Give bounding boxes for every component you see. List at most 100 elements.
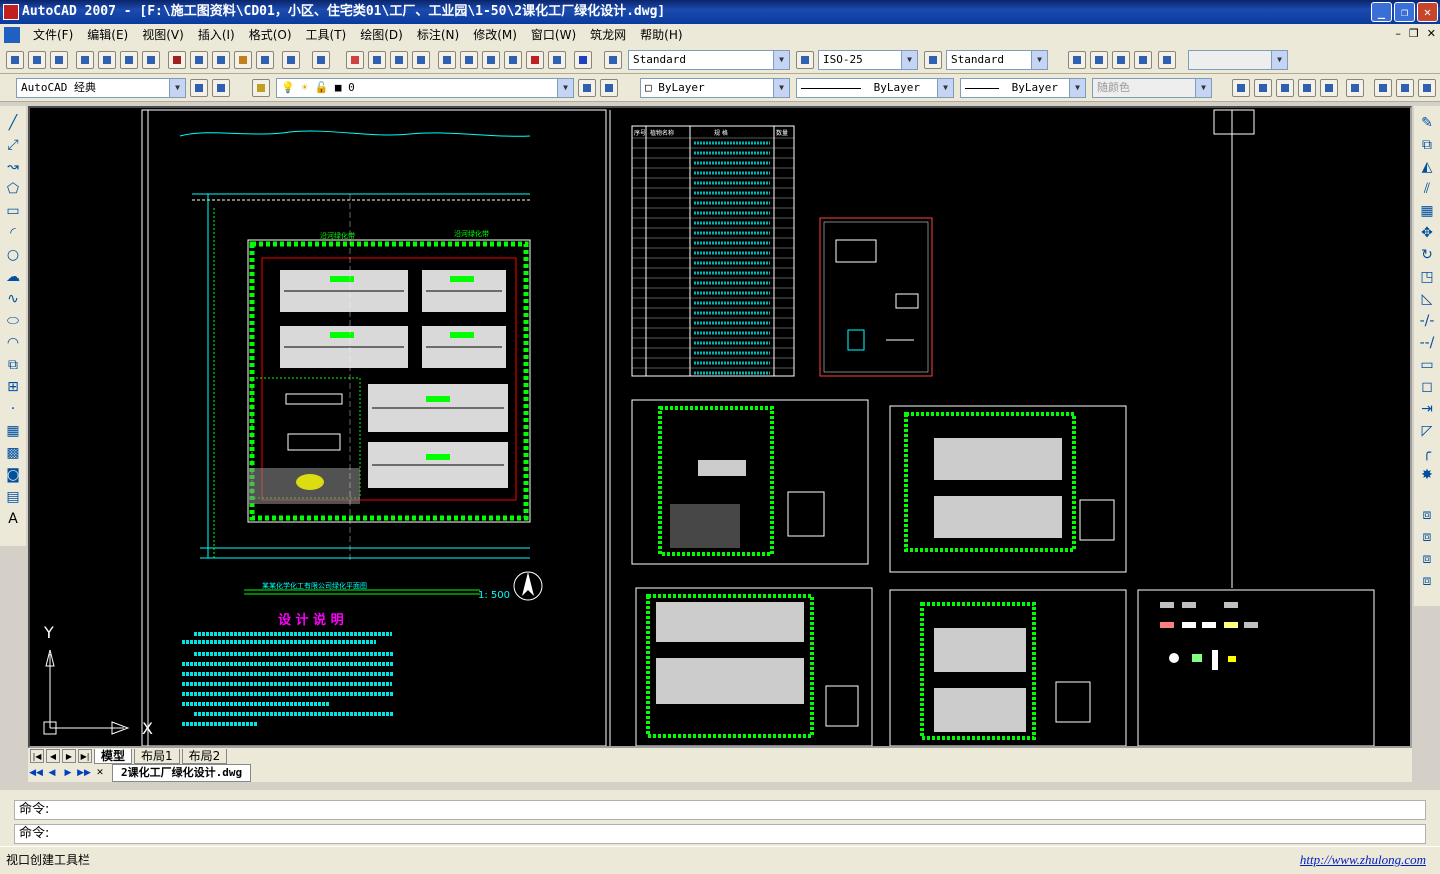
command-input[interactable]: 命令: — [14, 824, 1426, 844]
minimize-button[interactable]: _ — [1371, 2, 1392, 22]
publish-icon[interactable] — [120, 51, 138, 69]
layer-tool-8-icon[interactable] — [1396, 79, 1414, 97]
copy-icon[interactable] — [190, 51, 208, 69]
dim-style-select[interactable]: ISO-25 ▼ — [818, 50, 918, 70]
tool-palettes-icon[interactable] — [482, 51, 500, 69]
polyline-icon[interactable]: ↝ — [4, 158, 22, 176]
move-icon[interactable]: ✥ — [1418, 224, 1436, 242]
doc-next-icon[interactable]: ▶ — [60, 768, 76, 778]
menu-window[interactable]: 窗口(W) — [524, 24, 583, 46]
properties-icon[interactable] — [438, 51, 456, 69]
make-current-layer-icon[interactable] — [578, 79, 596, 97]
chevron-down-icon[interactable]: ▼ — [1271, 51, 1287, 69]
rotate-icon[interactable]: ↻ — [1418, 246, 1436, 264]
draw-order-2-icon[interactable]: ⧈ — [1418, 528, 1436, 546]
layer-tool-9-icon[interactable] — [1418, 79, 1436, 97]
fillet-icon[interactable]: ╭ — [1418, 444, 1436, 462]
layer-previous-icon[interactable] — [600, 79, 618, 97]
region-icon[interactable]: ◙ — [4, 466, 22, 484]
paste-icon[interactable] — [212, 51, 230, 69]
extend-icon[interactable]: --/ — [1418, 334, 1436, 352]
single-viewport-icon[interactable] — [1068, 51, 1086, 69]
tab-layout1[interactable]: 布局1 — [134, 748, 180, 764]
doc-close-icon[interactable]: ✕ — [92, 768, 108, 778]
table-style-icon[interactable] — [924, 51, 942, 69]
layer-tool-5-icon[interactable] — [1320, 79, 1338, 97]
prev-tab-icon[interactable]: ◀ — [46, 749, 60, 763]
copy-object-icon[interactable]: ⧉ — [1418, 136, 1436, 154]
polygon-icon[interactable]: ⬠ — [4, 180, 22, 198]
viewports-dialog-icon[interactable] — [1158, 51, 1176, 69]
menu-help[interactable]: 帮助(H) — [633, 24, 689, 46]
ellipse-icon[interactable]: ⬭ — [4, 312, 22, 330]
pan-icon[interactable] — [346, 51, 364, 69]
join-icon[interactable]: ⇥ — [1418, 400, 1436, 418]
3d-dwf-icon[interactable] — [142, 51, 160, 69]
chevron-down-icon[interactable]: ▼ — [169, 79, 185, 97]
table-icon[interactable]: ▤ — [4, 488, 22, 506]
calculator-icon[interactable] — [548, 51, 566, 69]
draw-order-4-icon[interactable]: ⧈ — [1418, 572, 1436, 590]
plot-preview-icon[interactable] — [98, 51, 116, 69]
menu-draw[interactable]: 绘图(D) — [353, 24, 410, 46]
last-tab-icon[interactable]: ▶| — [78, 749, 92, 763]
zoom-realtime-icon[interactable] — [368, 51, 386, 69]
menu-tools[interactable]: 工具(T) — [299, 24, 354, 46]
rectangle-icon[interactable]: ▭ — [4, 202, 22, 220]
text-style-icon[interactable] — [604, 51, 622, 69]
zoom-previous-icon[interactable] — [412, 51, 430, 69]
stretch-icon[interactable]: ◺ — [1418, 290, 1436, 308]
linetype-select[interactable]: ByLayer ▼ — [796, 78, 954, 98]
revision-cloud-icon[interactable]: ☁ — [4, 268, 22, 286]
doc-last-icon[interactable]: ▶▶ — [76, 768, 92, 778]
make-block-icon[interactable]: ⊞ — [4, 378, 22, 396]
circle-icon[interactable]: ○ — [4, 246, 22, 264]
design-center-icon[interactable] — [460, 51, 478, 69]
tab-layout2[interactable]: 布局2 — [181, 748, 228, 764]
chevron-down-icon[interactable]: ▼ — [937, 79, 953, 97]
viewport-scale-select[interactable]: ▼ — [1188, 50, 1288, 70]
undo-icon[interactable] — [282, 51, 300, 69]
chevron-down-icon[interactable]: ▼ — [773, 51, 789, 69]
table-style-select[interactable]: Standard ▼ — [946, 50, 1048, 70]
break-at-point-icon[interactable]: ▭ — [1418, 356, 1436, 374]
chevron-down-icon[interactable]: ▼ — [901, 51, 917, 69]
match-properties-icon[interactable] — [234, 51, 252, 69]
workspace-settings-icon[interactable] — [190, 79, 208, 97]
menu-edit[interactable]: 编辑(E) — [80, 24, 135, 46]
workspace-save-icon[interactable] — [212, 79, 230, 97]
chevron-down-icon[interactable]: ▼ — [557, 79, 573, 97]
doc-tab-active[interactable]: 2课化工厂绿化设计.dwg — [112, 764, 252, 782]
menu-file[interactable]: 文件(F) — [26, 24, 80, 46]
save-icon[interactable] — [50, 51, 68, 69]
hatch-icon[interactable]: ▦ — [4, 422, 22, 440]
layer-tool-2-icon[interactable] — [1254, 79, 1272, 97]
drawing-canvas[interactable]: 沿河绿化带 沿河绿化带 某某化学化工有限公司绿化平面图 1: 500 设 计 说… — [28, 106, 1412, 748]
plot-icon[interactable] — [76, 51, 94, 69]
chamfer-icon[interactable]: ◸ — [1418, 422, 1436, 440]
scale-icon[interactable]: ◳ — [1418, 268, 1436, 286]
sheet-set-icon[interactable] — [504, 51, 522, 69]
autocad-app-icon[interactable] — [3, 4, 19, 20]
layer-tool-4-icon[interactable] — [1298, 79, 1316, 97]
block-editor-icon[interactable] — [256, 51, 274, 69]
doc-restore-button[interactable]: ❐ — [1409, 27, 1419, 40]
point-icon[interactable]: · — [4, 400, 22, 418]
doc-prev-icon[interactable]: ◀ — [44, 768, 60, 778]
ellipse-arc-icon[interactable]: ◠ — [4, 334, 22, 352]
layer-select[interactable]: 💡 ☀ 🔓 ■ 0 ▼ — [276, 78, 574, 98]
text-style-select[interactable]: Standard ▼ — [628, 50, 790, 70]
first-tab-icon[interactable]: |◀ — [30, 749, 44, 763]
insert-block-icon[interactable]: ⧉ — [4, 356, 22, 374]
workspace-select[interactable]: AutoCAD 经典 ▼ — [16, 78, 186, 98]
doc-first-icon[interactable]: ◀◀ — [28, 768, 44, 778]
chevron-down-icon[interactable]: ▼ — [1031, 51, 1047, 69]
color-select[interactable]: □ ByLayer ▼ — [640, 78, 790, 98]
arc-icon[interactable]: ◜ — [4, 224, 22, 242]
construction-line-icon[interactable]: ⤢ — [4, 136, 22, 154]
menu-format[interactable]: 格式(O) — [242, 24, 299, 46]
doc-minimize-button[interactable]: – — [1395, 27, 1401, 40]
menu-modify[interactable]: 修改(M) — [466, 24, 524, 46]
draw-order-1-icon[interactable]: ⧈ — [1418, 506, 1436, 524]
layer-manager-icon[interactable] — [252, 79, 270, 97]
